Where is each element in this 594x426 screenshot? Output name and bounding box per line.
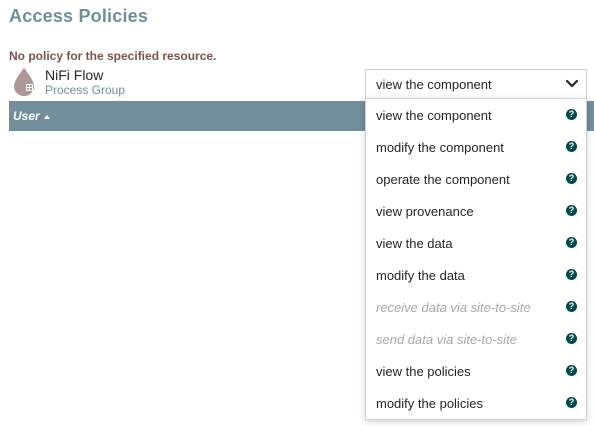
option-receive-data-via-site-to-site: receive data via site-to-site ? [366, 291, 586, 323]
option-operate-the-component[interactable]: operate the component ? [366, 163, 586, 195]
column-header-user[interactable]: User [13, 109, 50, 123]
column-header-user-label: User [13, 109, 40, 123]
access-policies-page: Access Policies No policy for the specif… [0, 0, 594, 426]
option-view-the-policies[interactable]: view the policies ? [366, 355, 586, 387]
option-label: receive data via site-to-site [376, 300, 531, 315]
resource-name: NiFi Flow [45, 67, 104, 83]
option-label: view the policies [376, 364, 471, 379]
question-circle-icon[interactable]: ? [566, 333, 577, 344]
option-view-provenance[interactable]: view provenance ? [366, 195, 586, 227]
option-label: view provenance [376, 204, 474, 219]
resource-type: Process Group [45, 83, 126, 97]
option-label: modify the component [376, 140, 504, 155]
question-circle-icon[interactable]: ? [566, 237, 577, 248]
sort-ascending-icon [43, 114, 50, 119]
question-circle-icon[interactable]: ? [566, 365, 577, 376]
question-circle-icon[interactable]: ? [566, 173, 577, 184]
question-circle-icon[interactable]: ? [566, 141, 577, 152]
option-modify-the-data[interactable]: modify the data ? [366, 259, 586, 291]
page-title: Access Policies [9, 6, 149, 26]
option-view-the-data[interactable]: view the data ? [366, 227, 586, 259]
option-label: modify the policies [376, 396, 483, 411]
question-circle-icon[interactable]: ? [566, 397, 577, 408]
policy-action-selected-value: view the component [376, 77, 492, 92]
option-modify-the-policies[interactable]: modify the policies ? [366, 387, 586, 419]
option-label: modify the data [376, 268, 465, 283]
option-label: operate the component [376, 172, 510, 187]
question-circle-icon[interactable]: ? [566, 205, 577, 216]
option-label: view the component [376, 108, 492, 123]
process-group-icon [14, 68, 34, 96]
question-circle-icon[interactable]: ? [566, 109, 577, 120]
chevron-down-icon [565, 79, 579, 88]
policy-action-select[interactable]: view the component [365, 69, 587, 98]
question-circle-icon[interactable]: ? [566, 269, 577, 280]
option-label: send data via site-to-site [376, 332, 517, 347]
question-circle-icon[interactable]: ? [566, 301, 577, 312]
option-label: view the data [376, 236, 453, 251]
option-send-data-via-site-to-site: send data via site-to-site ? [366, 323, 586, 355]
no-policy-message: No policy for the specified resource. [9, 49, 217, 63]
option-view-the-component[interactable]: view the component ? [366, 99, 586, 131]
option-modify-the-component[interactable]: modify the component ? [366, 131, 586, 163]
resource-info: NiFi Flow Process Group [9, 66, 309, 98]
policy-action-dropdown: view the component ? modify the componen… [365, 98, 587, 420]
